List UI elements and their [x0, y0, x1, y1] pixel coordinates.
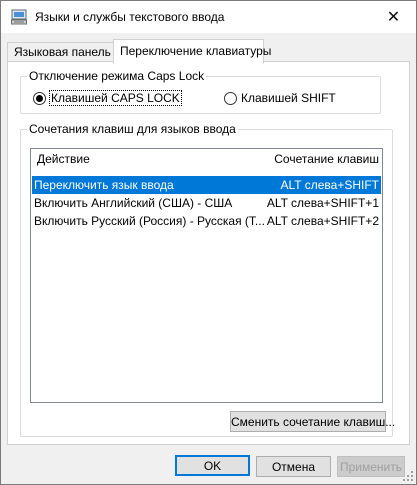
- close-icon: ✕: [386, 9, 401, 26]
- hotkeys-list[interactable]: Действие Сочетание клавиш Переключить яз…: [30, 148, 383, 403]
- hotkeys-group: Сочетания клавиш для языков ввода Действ…: [20, 122, 395, 437]
- radio-button-checked[interactable]: [33, 91, 46, 105]
- tab-page-keyboard-switching: Отключение режима Caps Lock Клавишей CAP…: [7, 61, 410, 445]
- cancel-button-label: Отмена: [271, 460, 316, 474]
- tab-keyboard-switching[interactable]: Переключение клавиатуры: [113, 39, 271, 64]
- tab-label: Языковая панель: [14, 45, 111, 59]
- close-button[interactable]: ✕: [371, 1, 416, 33]
- column-key-sequence[interactable]: Сочетание клавиш: [274, 152, 379, 166]
- table-row[interactable]: Включить Русский (Россия) - Русская (Т..…: [32, 212, 381, 230]
- tab-language-bar[interactable]: Языковая панель: [7, 42, 115, 62]
- ok-button-label: OK: [203, 459, 222, 473]
- caps-lock-group: Отключение режима Caps Lock Клавишей CAP…: [20, 69, 381, 114]
- radio-shift-label: Клавишей SHIFT: [241, 91, 336, 105]
- keyboard-icon: [11, 9, 27, 25]
- hotkeys-group-label: Сочетания клавиш для языков ввода: [27, 122, 238, 136]
- ok-button[interactable]: OK: [175, 455, 250, 476]
- row-action: Переключить язык ввода: [34, 178, 174, 192]
- tab-label: Переключение клавиатуры: [120, 44, 272, 58]
- radio-button-unchecked[interactable]: [224, 91, 237, 105]
- change-key-sequence-button[interactable]: Сменить сочетание клавиш...: [230, 411, 395, 432]
- radio-caps-lock-label: Клавишей CAPS LOCK: [49, 90, 182, 106]
- dialog-window: Языки и службы текстового ввода ✕ Языков…: [0, 0, 417, 485]
- cancel-button[interactable]: Отмена: [256, 456, 331, 477]
- row-keys: ALT слева+SHIFT+2: [266, 214, 379, 228]
- apply-button[interactable]: Применить: [337, 456, 405, 477]
- radio-caps-lock[interactable]: Клавишей CAPS LOCK: [33, 90, 182, 106]
- apply-button-label: Применить: [339, 460, 402, 474]
- row-keys: ALT слева+SHIFT: [280, 178, 380, 192]
- list-header: Действие Сочетание клавиш: [31, 149, 382, 169]
- title-bar[interactable]: Языки и службы текстового ввода ✕: [1, 1, 416, 33]
- table-row[interactable]: Переключить язык ввода ALT слева+SHIFT: [32, 176, 381, 194]
- column-action[interactable]: Действие: [37, 152, 90, 166]
- table-row[interactable]: Включить Английский (США) - США ALT слев…: [32, 194, 381, 212]
- caps-lock-group-label: Отключение режима Caps Lock: [27, 69, 207, 83]
- window-title: Языки и службы текстового ввода: [35, 10, 225, 24]
- row-action: Включить Английский (США) - США: [34, 196, 233, 210]
- row-action: Включить Русский (Россия) - Русская (Т..…: [34, 214, 265, 228]
- change-key-sequence-label: Сменить сочетание клавиш...: [231, 415, 396, 429]
- radio-shift[interactable]: Клавишей SHIFT: [224, 91, 336, 105]
- resize-grip-icon[interactable]: [402, 470, 414, 482]
- row-keys: ALT слева+SHIFT+1: [266, 196, 379, 210]
